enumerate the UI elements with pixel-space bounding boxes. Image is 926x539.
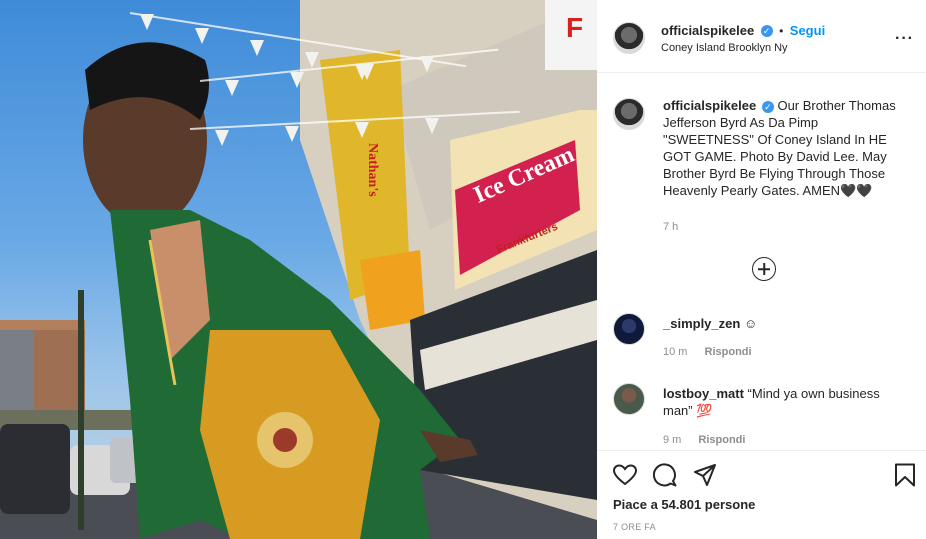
load-more-comments-icon[interactable] (752, 257, 776, 281)
caption-avatar[interactable] (613, 98, 645, 130)
post-sidebar: officialspikelee ✓ • Segui Coney Island … (597, 0, 926, 539)
post-photo[interactable]: Nathan's Ice Cream Frankfurters F (0, 0, 597, 539)
caption-text: Our Brother Thomas Jefferson Byrd As Da … (663, 98, 896, 198)
comment-bubble-icon[interactable] (653, 463, 677, 487)
likes-count[interactable]: Piace a 54.801 persone (613, 497, 755, 512)
comment-body: lostboy_matt “Mind ya own business man” … (663, 385, 908, 419)
follow-button[interactable]: Segui (790, 23, 825, 38)
comment-username[interactable]: _simply_zen (663, 316, 740, 331)
reply-button[interactable]: Rispondi (698, 434, 745, 446)
comment-username[interactable]: lostboy_matt (663, 386, 744, 401)
comment-meta: 9 m Rispondi (663, 434, 745, 446)
verified-badge-icon: ✓ (761, 100, 774, 113)
sign-nathans: Nathan's (365, 143, 380, 197)
comment-text: ☺ (743, 316, 758, 331)
author-username[interactable]: officialspikelee (661, 23, 754, 38)
post-header: officialspikelee ✓ • Segui Coney Island … (597, 0, 926, 73)
post-actions: Piace a 54.801 persone 7 ORE FA (597, 450, 926, 539)
commenter-avatar[interactable] (613, 383, 645, 415)
comment-time[interactable]: 10 m (663, 346, 687, 358)
comment-time[interactable]: 9 m (663, 434, 681, 446)
save-bookmark-icon[interactable] (894, 463, 916, 487)
reply-button[interactable]: Rispondi (705, 346, 752, 358)
comment-meta: 10 m Rispondi (663, 346, 752, 358)
verified-badge-icon: ✓ (760, 24, 773, 37)
more-options-icon[interactable]: ··· (895, 30, 914, 48)
caption-username[interactable]: officialspikelee (663, 98, 756, 113)
post-timestamp[interactable]: 7 ORE FA (613, 522, 656, 532)
comment-body: _simply_zen ☺ (663, 315, 908, 332)
location-link[interactable]: Coney Island Brooklyn Ny (661, 42, 788, 54)
like-heart-icon[interactable] (613, 464, 637, 486)
commenter-avatar[interactable] (613, 313, 645, 345)
header-user-line: officialspikelee ✓ • Segui (661, 22, 825, 40)
share-send-icon[interactable] (693, 463, 717, 487)
separator-dot: • (779, 24, 784, 38)
author-avatar[interactable] (613, 22, 645, 54)
post-caption: officialspikelee ✓ Our Brother Thomas Je… (663, 97, 908, 199)
caption-time[interactable]: 7 h (663, 221, 678, 233)
sign-letter-f: F (566, 12, 584, 43)
